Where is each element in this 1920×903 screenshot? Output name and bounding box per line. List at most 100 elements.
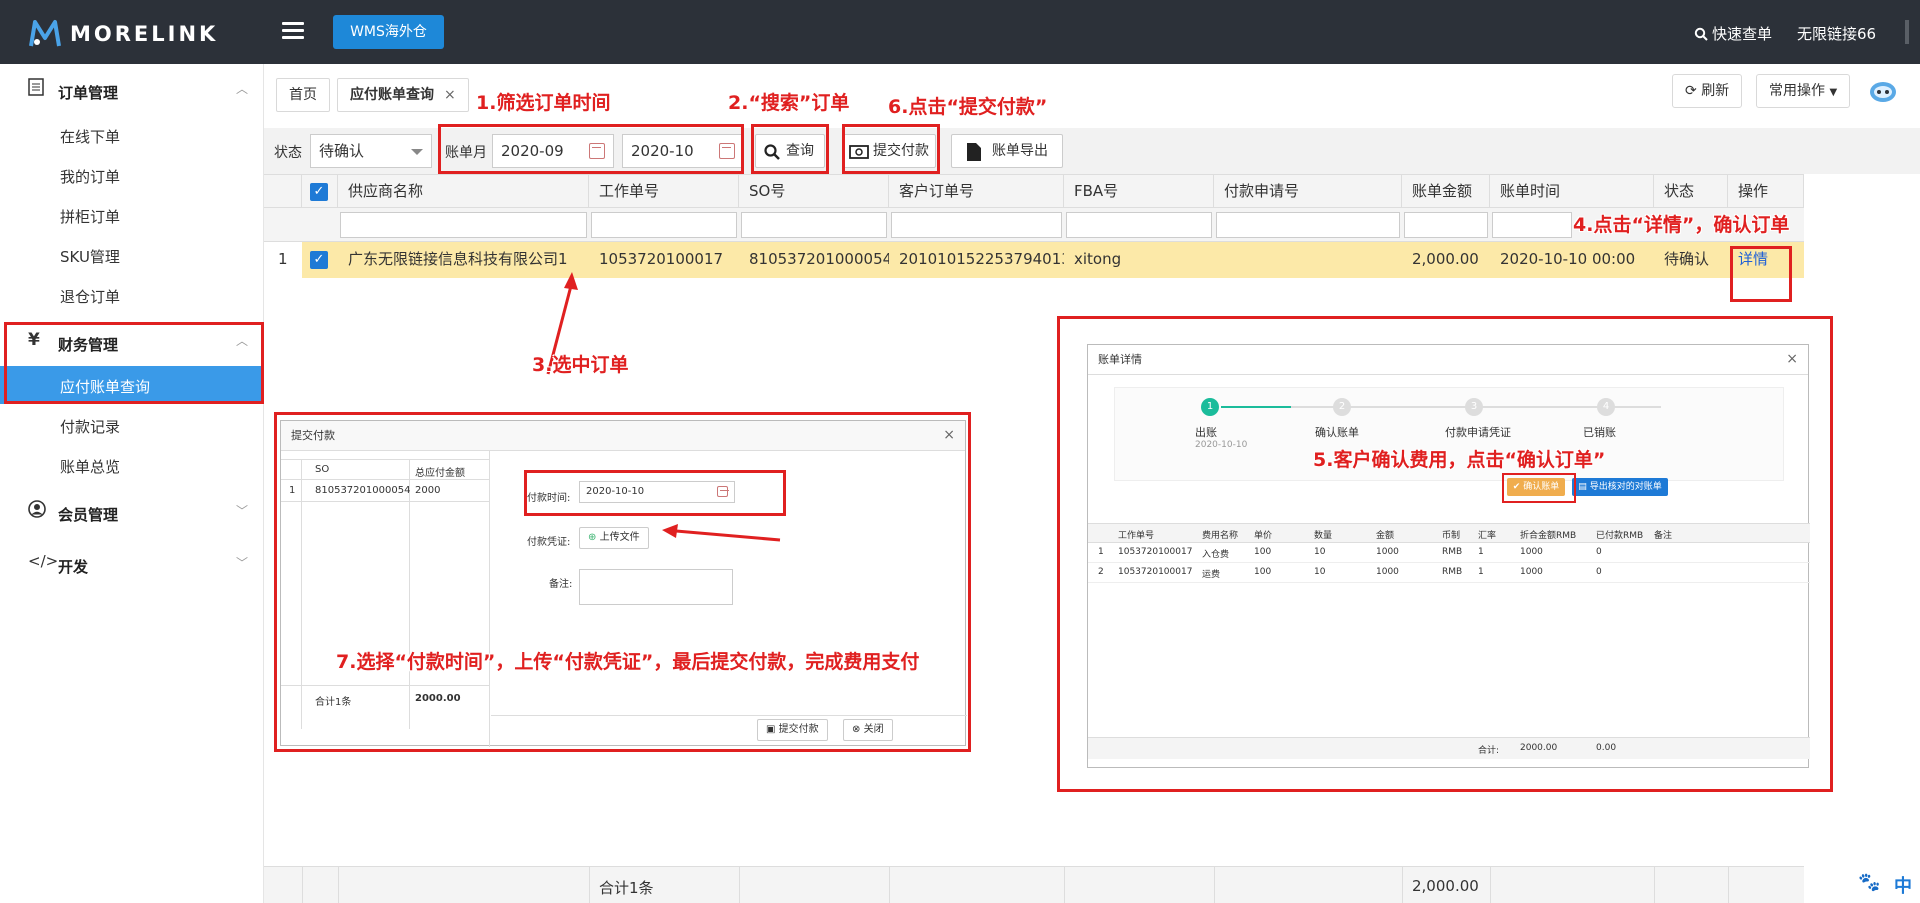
status-label: 状态: [274, 145, 302, 161]
scrollbar-handle: [1905, 20, 1909, 44]
row-checkbox[interactable]: ✓: [310, 251, 328, 269]
so-no-cell: 810537201000054: [749, 250, 889, 268]
select-all-checkbox[interactable]: ✓: [310, 183, 328, 201]
ime-badge[interactable]: 🐾 中: [1854, 866, 1920, 903]
sidebar-group-label: 会员管理: [58, 506, 119, 524]
sidebar-group-orders[interactable]: 订单管理 ︿: [0, 70, 264, 110]
filter-input[interactable]: [741, 212, 887, 238]
user-menu[interactable]: 无限链接66: [1797, 23, 1876, 44]
tab-payable-bills[interactable]: 应付账单查询 ×: [337, 78, 469, 112]
column-header[interactable]: SO号: [739, 175, 889, 209]
tab-label: 应付账单查询: [350, 87, 434, 103]
submit-payment-button[interactable]: ▣ 提交付款: [757, 719, 828, 741]
tab-home[interactable]: 首页: [276, 78, 330, 112]
voucher-label: 付款凭证:: [527, 537, 571, 548]
column-header[interactable]: 账单时间: [1490, 175, 1654, 209]
table-row[interactable]: 1 ✓ 广东无限链接信息科技有限公司1 1053720100017 810537…: [264, 242, 1804, 278]
sidebar-item-my-orders[interactable]: 我的订单: [0, 156, 264, 194]
sidebar-item-payment-records[interactable]: 付款记录: [0, 406, 264, 444]
annotation-box: [751, 124, 829, 174]
export-bill-button[interactable]: 账单导出: [951, 134, 1063, 168]
column-header: 工作单号: [1118, 531, 1155, 541]
file-icon: [967, 143, 981, 161]
remark-label: 备注:: [549, 579, 573, 590]
paw-icon: 🐾: [1858, 872, 1881, 893]
remark-textarea[interactable]: [579, 569, 733, 605]
filter-input[interactable]: [891, 212, 1062, 238]
annotation-box: [1730, 246, 1792, 302]
amount-cell: 2,000.00: [1412, 250, 1479, 268]
column-header[interactable]: 状态: [1654, 175, 1728, 209]
sidebar-group-dev[interactable]: </> 开发 ﹀: [0, 544, 264, 584]
table-row[interactable]: 1 1053720100017 入仓费 100 10 1000 RMB 1 10…: [1088, 543, 1810, 563]
column-header[interactable]: 账单金额: [1402, 175, 1490, 209]
sidebar-item-return[interactable]: 退仓订单: [0, 276, 264, 314]
sidebar: 订单管理 ︿ 在线下单 我的订单 拼柜订单 SKU管理 退仓订单 ¥ 财务管理 …: [0, 64, 264, 903]
common-ops-dropdown[interactable]: 常用操作 ▼: [1756, 74, 1851, 108]
robot-icon[interactable]: [1868, 78, 1898, 104]
column-header: 备注: [1654, 531, 1673, 541]
logo[interactable]: MORELINK: [28, 18, 218, 50]
sidebar-group-members[interactable]: 会员管理 ﹀: [0, 492, 264, 532]
job-no-cell: 1053720100017: [599, 250, 724, 268]
filter-input[interactable]: [340, 212, 587, 238]
annotation-label: 3.选中订单: [532, 354, 629, 376]
file-icon: ▤: [1578, 482, 1587, 492]
column-header: 折合金额RMB: [1520, 531, 1577, 541]
payment-dialog: 提交付款 × SO 总应付金额 1 810537201000054 2000 合…: [280, 420, 967, 747]
step-date: 2020-10-10: [1195, 440, 1248, 450]
column-header[interactable]: FBA号: [1064, 175, 1214, 209]
menu-toggle-icon[interactable]: [282, 22, 304, 40]
filter-input[interactable]: [591, 212, 737, 238]
annotation-label: 7.选择“付款时间”，上传“付款凭证”，最后提交付款，完成费用支付: [336, 651, 920, 673]
table-row[interactable]: 2 1053720100017 运费 100 10 1000 RMB 1 100…: [1088, 563, 1810, 583]
sidebar-item-online-order[interactable]: 在线下单: [0, 116, 264, 154]
filter-input[interactable]: [1492, 212, 1572, 238]
grid-header: ✓ 供应商名称 工作单号 SO号 客户订单号 FBA号 付款申请号 账单金额 账…: [264, 174, 1804, 209]
annotation-box: [438, 124, 744, 174]
caret-down-icon: ▼: [1829, 87, 1838, 98]
footer-count: 合计1条: [599, 879, 654, 897]
column-header[interactable]: 付款申请号: [1214, 175, 1402, 209]
filter-input[interactable]: [1404, 212, 1488, 238]
user-icon: [28, 500, 46, 523]
status-select[interactable]: 待确认: [310, 134, 432, 168]
ime-label: 中: [1894, 876, 1912, 897]
refresh-icon: ⟳: [1685, 83, 1697, 99]
column-header[interactable]: 供应商名称: [338, 175, 589, 209]
close-button[interactable]: ⊗ 关闭: [843, 719, 893, 741]
sidebar-item-sku[interactable]: SKU管理: [0, 236, 264, 274]
logo-text: MORELINK: [70, 22, 219, 46]
column-header: 单价: [1254, 531, 1273, 541]
chevron-down-icon: [411, 149, 423, 155]
close-icon[interactable]: ×: [444, 87, 456, 103]
chevron-down-icon: ﹀: [236, 556, 249, 570]
detail-grid-header: 工作单号 费用名称 单价 数量 金额 币制 汇率 折合金额RMB 已付款RMB …: [1088, 523, 1810, 543]
step-circle: 1: [1201, 398, 1219, 416]
close-icon[interactable]: ×: [1786, 351, 1798, 367]
filter-input[interactable]: [1066, 212, 1212, 238]
bill-time-cell: 2020-10-10 00:00: [1500, 250, 1636, 268]
customer-order-cell: 2010101522537940133: [899, 250, 1064, 268]
quick-query-link[interactable]: 快速查单: [1694, 23, 1772, 44]
annotation-label: 2.“搜索”订单: [728, 92, 850, 114]
sidebar-item-consolidated[interactable]: 拼柜订单: [0, 196, 264, 234]
refresh-button[interactable]: ⟳ 刷新: [1672, 74, 1743, 108]
row-number: 1: [289, 485, 296, 496]
annotation-box: [524, 470, 786, 516]
sidebar-item-bill-overview[interactable]: 账单总览: [0, 446, 264, 484]
total-cell: 2000: [415, 485, 441, 496]
column-header[interactable]: 操作: [1728, 175, 1804, 209]
filter-input[interactable]: [1216, 212, 1400, 238]
annotation-box: [842, 124, 940, 174]
export-reconciled-button[interactable]: ▤ 导出核对的对账单: [1572, 478, 1668, 496]
annotation-box: [1502, 473, 1576, 503]
close-icon[interactable]: ×: [943, 427, 955, 443]
step-label: 出账: [1195, 426, 1217, 439]
upload-file-button[interactable]: ⊕ 上传文件: [579, 527, 649, 549]
annotation-box: [4, 322, 264, 404]
column-header[interactable]: 工作单号: [589, 175, 739, 209]
column-header[interactable]: 客户订单号: [889, 175, 1064, 209]
wms-button[interactable]: WMS海外仓: [333, 15, 444, 49]
annotation-label: 1.筛选订单时间: [476, 92, 611, 114]
